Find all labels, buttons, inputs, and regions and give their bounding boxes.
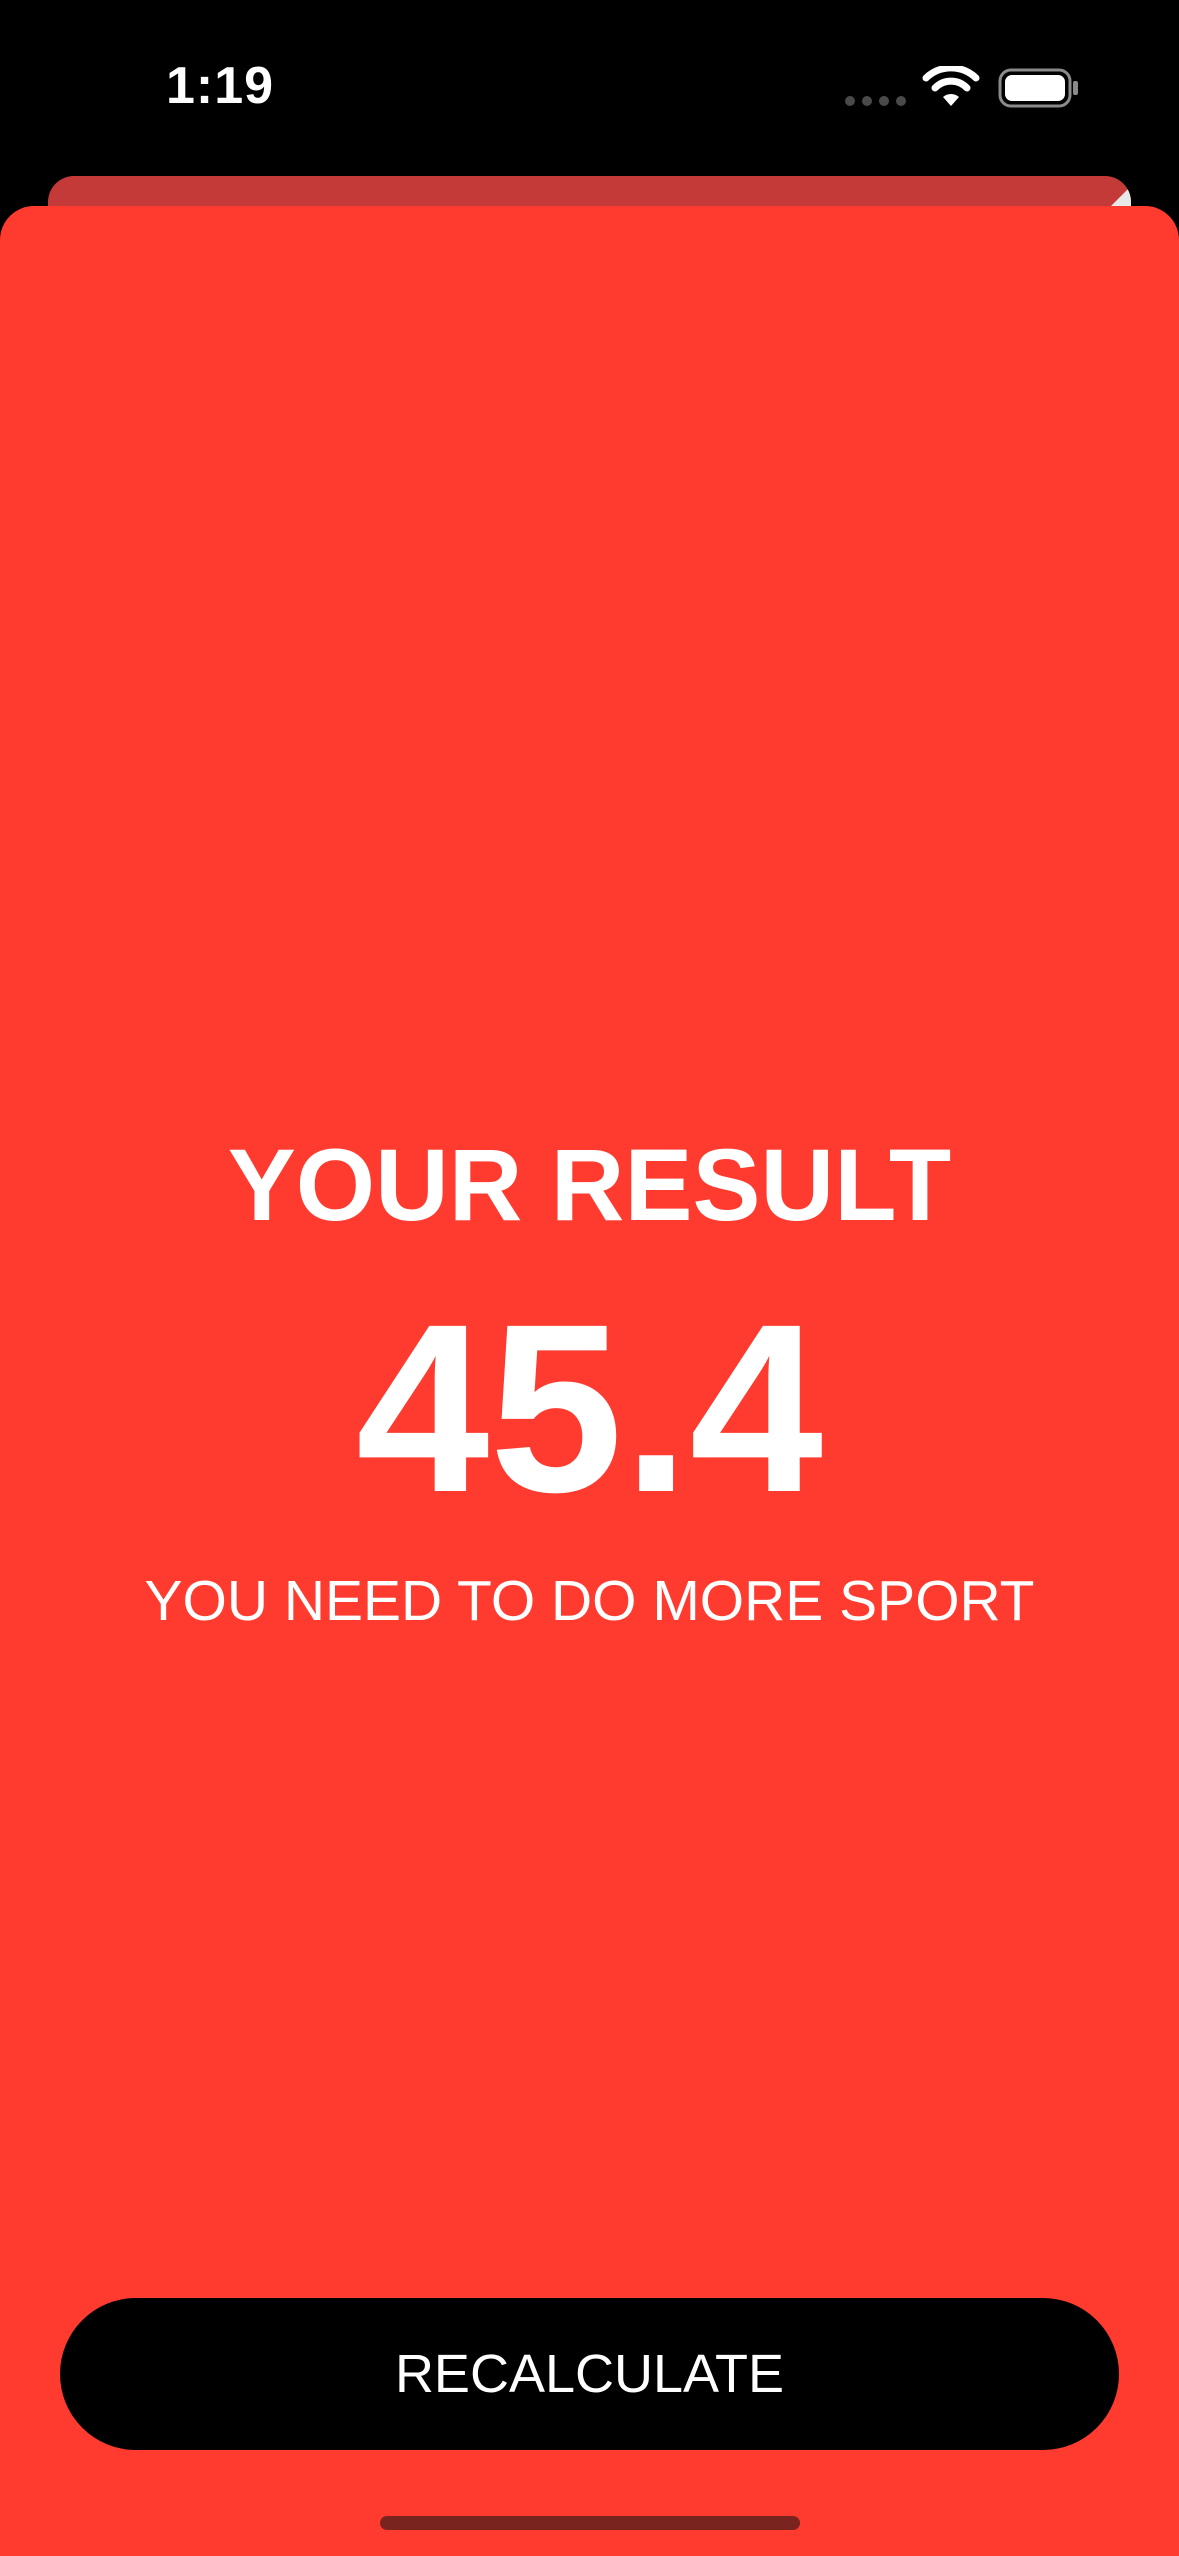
battery-icon: [998, 68, 1078, 108]
recalculate-button[interactable]: RECALCULATE: [60, 2298, 1119, 2450]
status-time: 1:19: [166, 57, 275, 115]
home-indicator[interactable]: [380, 2516, 800, 2530]
result-value: 45.4: [355, 1274, 824, 1542]
result-advice: YOU NEED TO DO MORE SPORT: [144, 1569, 1035, 1633]
card-corner-decoration: [1109, 186, 1131, 208]
status-bar: 1:19: [0, 0, 1179, 170]
result-title: YOUR RESULT: [227, 1128, 952, 1242]
cellular-signal-icon: [845, 96, 906, 106]
wifi-icon: [922, 66, 980, 106]
